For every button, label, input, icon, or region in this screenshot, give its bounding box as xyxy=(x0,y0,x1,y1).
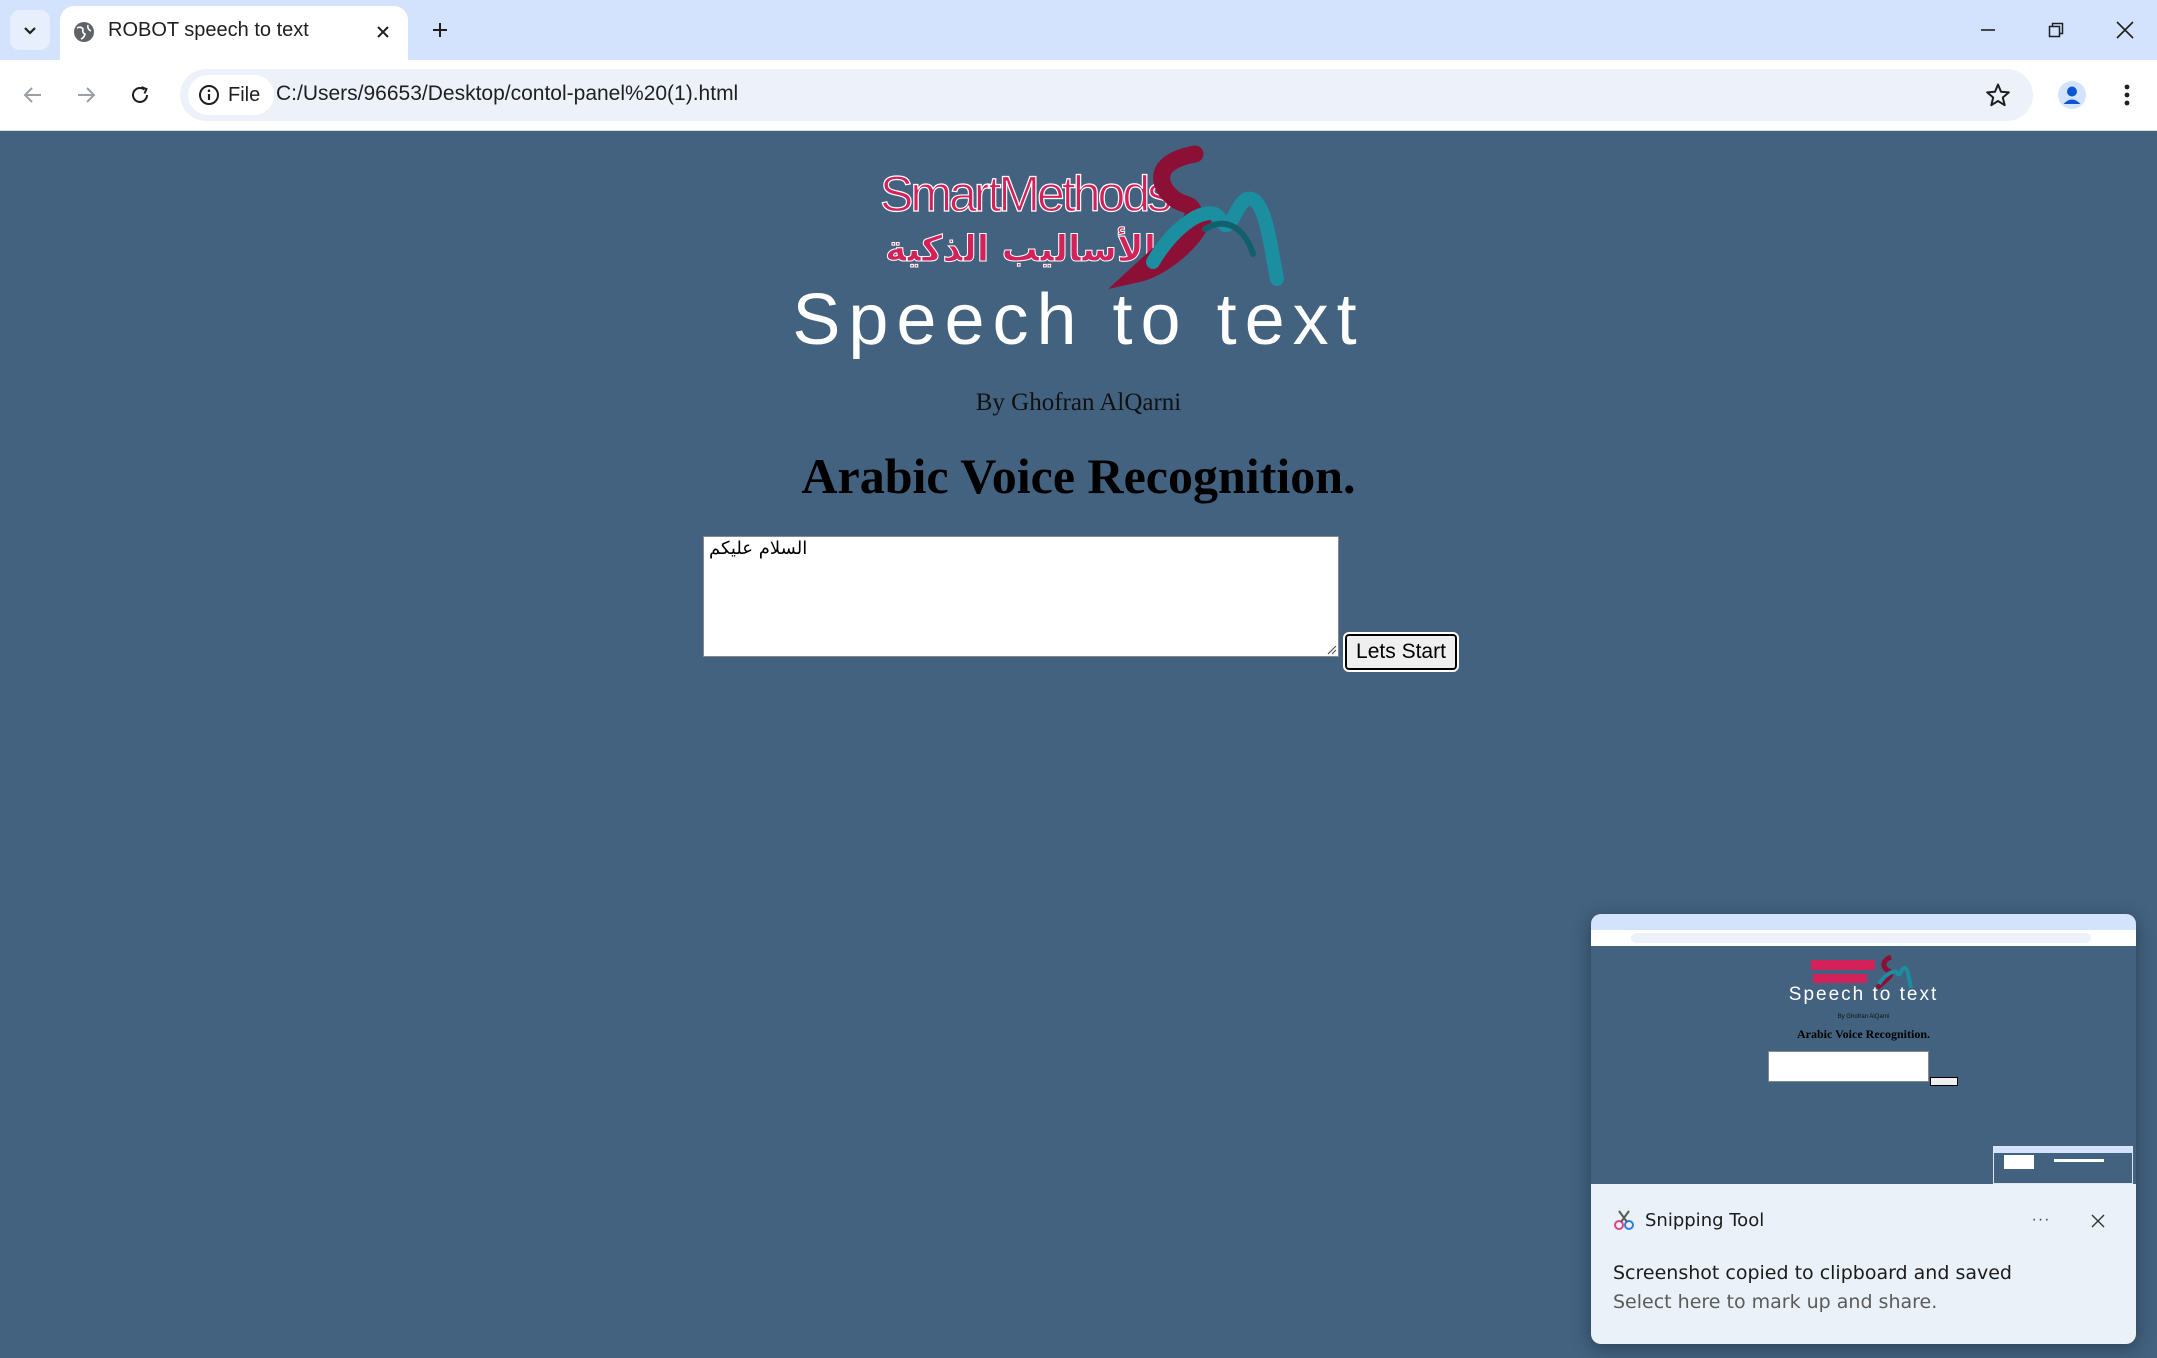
close-icon xyxy=(2091,1214,2105,1228)
arrow-left-icon xyxy=(23,87,41,103)
section-heading: Arabic Voice Recognition. xyxy=(801,448,1356,504)
window-close-button[interactable] xyxy=(2100,8,2150,52)
site-info-chip[interactable]: File xyxy=(188,75,275,115)
tab-strip: ROBOT speech to text xyxy=(0,0,2157,60)
logo-latin-text: SmartMethods xyxy=(880,166,1171,222)
transcript-text: السلام عليكم xyxy=(709,538,808,559)
thumbnail-title: Speech to text xyxy=(1788,984,1939,1005)
toast-close-button[interactable] xyxy=(2083,1206,2113,1236)
close-icon xyxy=(2116,21,2134,39)
tab-search-button[interactable] xyxy=(10,10,50,50)
transcript-textarea[interactable]: السلام عليكم xyxy=(703,536,1339,657)
start-button[interactable]: Lets Start xyxy=(1343,632,1459,672)
close-icon xyxy=(377,26,389,38)
page-title: Speech to text xyxy=(792,280,1365,360)
toast-more-button[interactable]: ··· xyxy=(2021,1206,2061,1234)
thumbnail-nested-screenshot xyxy=(1993,1146,2133,1184)
minimize-button[interactable] xyxy=(1963,8,2013,52)
forward-button[interactable] xyxy=(66,75,106,115)
bookmark-button[interactable] xyxy=(1981,78,2015,112)
more-vertical-icon xyxy=(2124,84,2130,106)
thumbnail-address-bar xyxy=(1631,933,2091,943)
info-icon xyxy=(199,85,219,105)
browser-toolbar: File C:/Users/96653/Desktop/contol-panel… xyxy=(0,60,2157,131)
screenshot-thumbnail[interactable]: Speech to text By Ghofran AlQarni Arabic… xyxy=(1591,914,2136,1184)
minimize-icon xyxy=(1981,29,1995,31)
menu-button[interactable] xyxy=(2107,75,2147,115)
toast-header: Snipping Tool xyxy=(1613,1205,1764,1235)
resize-grip-icon[interactable] xyxy=(1325,643,1337,655)
new-tab-button[interactable] xyxy=(422,12,458,48)
snipping-tool-icon xyxy=(1614,1210,1634,1230)
tab-close-button[interactable] xyxy=(368,17,398,47)
arrow-right-icon xyxy=(78,87,96,103)
smartmethods-logo: SmartMethods الأساليب الذكية xyxy=(879,145,1284,289)
reload-button[interactable] xyxy=(120,75,160,115)
restore-button[interactable] xyxy=(2031,8,2081,52)
snipping-tool-notification[interactable]: Speech to text By Ghofran AlQarni Arabic… xyxy=(1591,914,2136,1344)
toast-message: Screenshot copied to clipboard and saved xyxy=(1613,1262,2012,1284)
plus-icon xyxy=(433,23,447,37)
thumbnail-textarea xyxy=(1768,1051,1929,1082)
thumbnail-button xyxy=(1930,1077,1958,1086)
back-button[interactable] xyxy=(13,75,53,115)
thumbnail-tabstrip xyxy=(1591,914,2136,930)
thumbnail-heading: Arabic Voice Recognition. xyxy=(1797,1027,1930,1041)
chevron-down-icon xyxy=(24,27,36,35)
site-chip-label: File xyxy=(228,83,261,106)
logo-arabic-text: الأساليب الذكية xyxy=(885,226,1156,270)
globe-icon xyxy=(74,22,94,42)
star-icon xyxy=(1986,83,2010,107)
profile-button[interactable] xyxy=(2052,75,2092,115)
tab-title: ROBOT speech to text xyxy=(108,19,309,41)
restore-icon xyxy=(2048,22,2064,38)
author-line: By Ghofran AlQarni xyxy=(975,389,1182,416)
toast-hint: Select here to mark up and share. xyxy=(1613,1291,1938,1313)
active-tab[interactable]: ROBOT speech to text xyxy=(60,6,408,60)
reload-icon xyxy=(132,86,148,103)
address-bar[interactable]: File C:/Users/96653/Desktop/contol-panel… xyxy=(180,69,2033,121)
url-text[interactable]: C:/Users/96653/Desktop/contol-panel%20(1… xyxy=(276,82,738,106)
avatar-icon xyxy=(2058,81,2086,109)
thumbnail-author: By Ghofran AlQarni xyxy=(1837,1014,1890,1020)
toast-app-name: Snipping Tool xyxy=(1645,1209,1765,1231)
